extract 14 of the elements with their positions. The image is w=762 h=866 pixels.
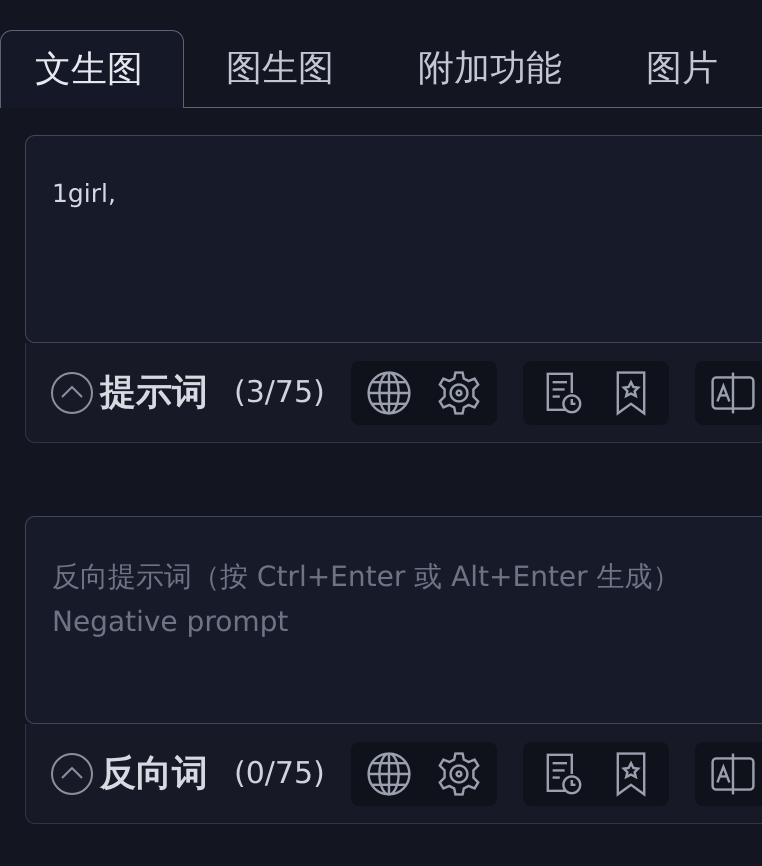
tab[interactable]: 附加功能 (376, 30, 604, 108)
token-count: (3/75) (234, 375, 325, 410)
prompt-field[interactable]: 反向提示词（按 Ctrl+Enter 或 Alt+Enter 生成） Negative prompt (25, 516, 762, 724)
token-count: (0/75) (234, 756, 325, 791)
collapse-icon[interactable] (50, 752, 94, 796)
globe-icon[interactable] (364, 368, 413, 416)
tab[interactable]: 文生图 (0, 30, 184, 108)
prompt-label: 反向词 (100, 752, 208, 796)
tab[interactable]: 图片 (604, 30, 760, 108)
globe-icon[interactable] (364, 750, 413, 798)
tab[interactable]: 图生图 (184, 30, 376, 108)
collapse-icon[interactable] (50, 370, 94, 414)
prompt-label: 提示词 (100, 371, 208, 415)
prompt-field[interactable]: 1girl, (25, 135, 762, 343)
